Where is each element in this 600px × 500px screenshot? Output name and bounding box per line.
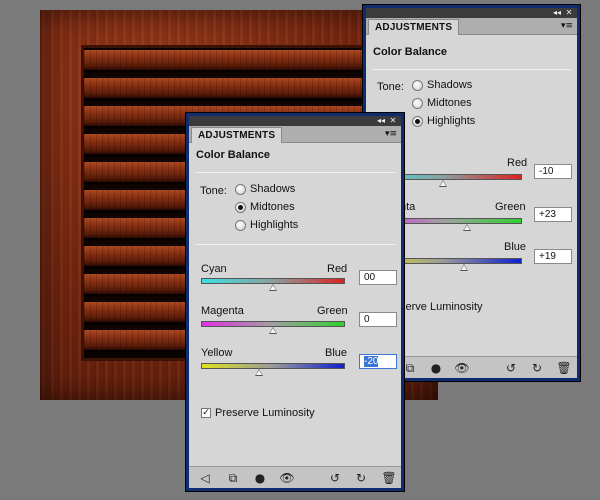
tab-adjustments[interactable]: ADJUSTMENTS bbox=[368, 19, 460, 35]
green-value-field[interactable]: +23 bbox=[534, 207, 572, 222]
red-value-field[interactable]: -10 bbox=[534, 164, 572, 179]
preserve-luminosity-checkbox[interactable]: ✓ Preserve Luminosity bbox=[201, 407, 315, 419]
radio-label: Midtones bbox=[250, 201, 295, 213]
visibility-eye-icon[interactable]: 👁 bbox=[454, 360, 470, 376]
collapse-icon[interactable]: ◂◂ bbox=[551, 8, 563, 18]
radio-button-selected-icon[interactable] bbox=[412, 115, 423, 127]
yellow-blue-slider[interactable] bbox=[201, 363, 345, 369]
slider-left-label: Magenta bbox=[201, 305, 244, 317]
close-icon[interactable]: ✕ bbox=[387, 116, 399, 126]
slider-thumb-icon[interactable] bbox=[439, 180, 447, 187]
slider-right-label: Green bbox=[317, 305, 348, 317]
radio-button-icon[interactable] bbox=[235, 183, 246, 195]
panel-title: Color Balance bbox=[196, 149, 270, 161]
panel-tab-row: ADJUSTMENTS ▾≡ bbox=[189, 126, 401, 143]
magenta-green-value-field[interactable]: 0 bbox=[359, 312, 397, 327]
view-previous-icon[interactable]: ↺ bbox=[503, 360, 519, 376]
slider-thumb-icon[interactable] bbox=[269, 284, 277, 291]
radio-label: Highlights bbox=[250, 219, 299, 231]
radio-shadows[interactable]: Shadows bbox=[235, 182, 295, 196]
checkmark-icon[interactable]: ✓ bbox=[201, 408, 211, 418]
panel-menu-icon[interactable]: ▾≡ bbox=[560, 19, 574, 33]
panel-footer: ◁ ⧉ ● 👁 ↺ ↻ 🗑 bbox=[189, 466, 401, 488]
radio-highlights[interactable]: Highlights bbox=[412, 114, 475, 128]
slider-right-label: Red bbox=[507, 157, 528, 169]
expand-view-icon[interactable]: ⧉ bbox=[225, 470, 241, 486]
radio-label: Shadows bbox=[427, 79, 473, 91]
visibility-eye-icon[interactable]: 👁 bbox=[279, 470, 295, 486]
clip-layer-icon[interactable]: ● bbox=[428, 360, 444, 376]
checkbox-label: Preserve Luminosity bbox=[215, 407, 315, 419]
divider bbox=[195, 172, 395, 173]
slider-thumb-icon[interactable] bbox=[255, 369, 263, 376]
slider-right-label: Blue bbox=[325, 347, 348, 359]
delete-icon[interactable]: 🗑 bbox=[556, 360, 572, 376]
panel-titlebar[interactable]: ◂◂ ✕ bbox=[189, 116, 401, 126]
panel-menu-icon[interactable]: ▾≡ bbox=[384, 127, 398, 141]
panel-titlebar[interactable]: ◂◂ ✕ bbox=[366, 8, 577, 18]
slider-right-label: Red bbox=[327, 263, 348, 275]
radio-midtones[interactable]: Midtones bbox=[235, 200, 295, 214]
slider-right-label: Green bbox=[495, 201, 526, 213]
close-icon[interactable]: ✕ bbox=[563, 8, 575, 18]
radio-button-icon[interactable] bbox=[235, 219, 246, 231]
collapse-icon[interactable]: ◂◂ bbox=[375, 116, 387, 126]
tone-label: Tone: bbox=[377, 81, 404, 93]
slider-thumb-icon[interactable] bbox=[463, 224, 471, 231]
divider bbox=[372, 69, 571, 70]
radio-label: Shadows bbox=[250, 183, 296, 195]
clip-layer-icon[interactable]: ● bbox=[252, 470, 268, 486]
tab-adjustments[interactable]: ADJUSTMENTS bbox=[191, 127, 283, 143]
panel-title: Color Balance bbox=[373, 46, 447, 58]
radio-button-icon[interactable] bbox=[412, 97, 423, 109]
slider-left-label: Yellow bbox=[201, 347, 233, 359]
checkbox-label: serve Luminosity bbox=[400, 301, 483, 313]
adjustments-panel-midtones: ◂◂ ✕ ADJUSTMENTS ▾≡ Color Balance Tone: … bbox=[186, 113, 404, 491]
slider-thumb-icon[interactable] bbox=[460, 264, 468, 271]
radio-label: Midtones bbox=[427, 97, 472, 109]
radio-shadows[interactable]: Shadows bbox=[412, 78, 472, 92]
reset-icon[interactable]: ↻ bbox=[353, 470, 369, 486]
vent-slat bbox=[84, 78, 394, 98]
view-previous-icon[interactable]: ↺ bbox=[327, 470, 343, 486]
preserve-luminosity-checkbox[interactable]: serve Luminosity bbox=[400, 301, 483, 313]
selected-value-text: -20 bbox=[364, 356, 379, 367]
radio-midtones[interactable]: Midtones bbox=[412, 96, 472, 110]
cyan-red-value-field[interactable]: 00 bbox=[359, 270, 397, 285]
tone-label: Tone: bbox=[200, 185, 227, 197]
radio-highlights[interactable]: Highlights bbox=[235, 218, 298, 232]
vent-slat bbox=[84, 50, 394, 70]
slider-right-label: Blue bbox=[504, 241, 527, 253]
panel-tab-row: ADJUSTMENTS ▾≡ bbox=[366, 18, 577, 35]
divider bbox=[195, 244, 395, 245]
blue-value-field[interactable]: +19 bbox=[534, 249, 572, 264]
delete-icon[interactable]: 🗑 bbox=[381, 470, 397, 486]
radio-label: Highlights bbox=[427, 115, 476, 127]
yellow-blue-value-field[interactable]: -20 bbox=[359, 354, 397, 369]
expand-view-icon[interactable]: ⧉ bbox=[402, 360, 418, 376]
reset-icon[interactable]: ↻ bbox=[529, 360, 545, 376]
back-arrow-icon[interactable]: ◁ bbox=[197, 470, 213, 486]
radio-button-selected-icon[interactable] bbox=[235, 201, 246, 213]
slider-left-label: Cyan bbox=[201, 263, 227, 275]
slider-thumb-icon[interactable] bbox=[269, 327, 277, 334]
radio-button-icon[interactable] bbox=[412, 79, 423, 91]
